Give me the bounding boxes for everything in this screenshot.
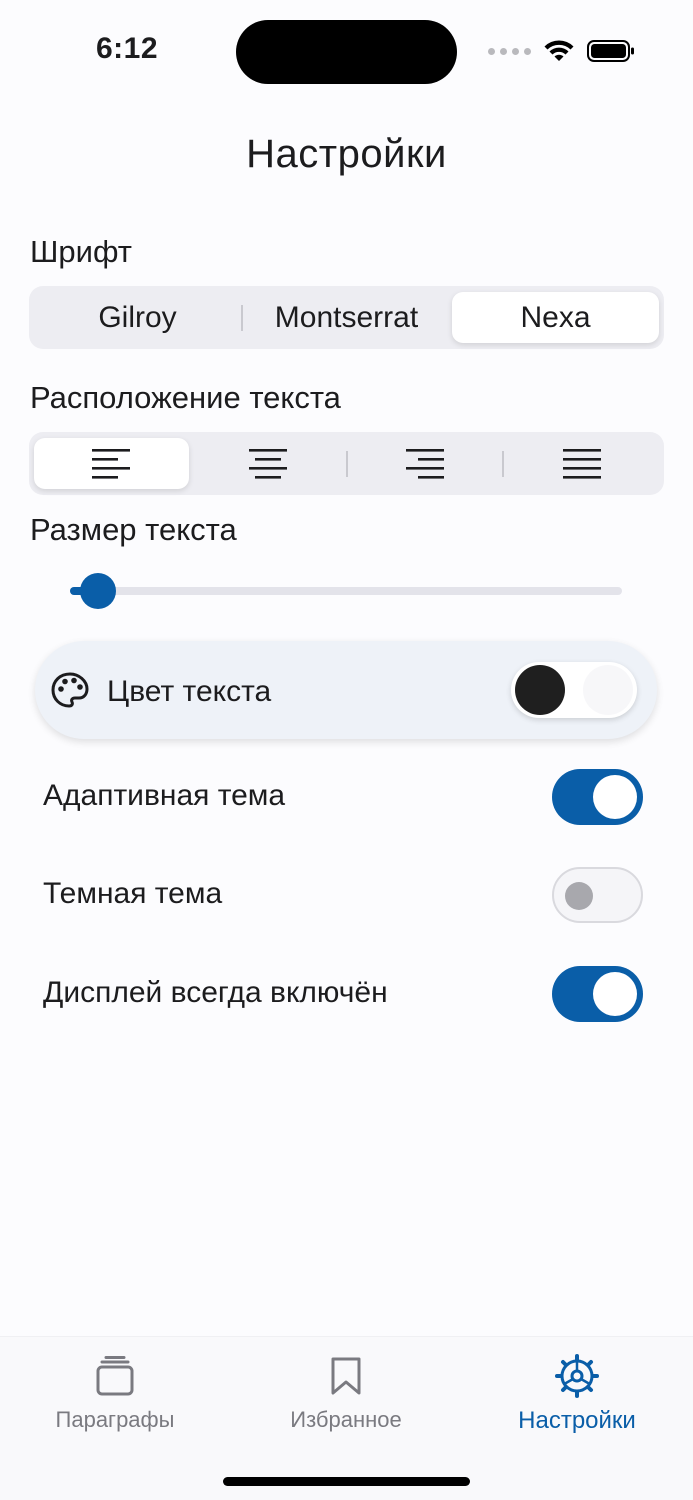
text-size-section-label: Размер текста xyxy=(30,512,237,547)
font-option-nexa[interactable]: Nexa xyxy=(452,292,659,343)
align-left-icon xyxy=(92,448,131,479)
dark-theme-label: Темная тема xyxy=(43,877,223,910)
font-option-montserrat[interactable]: Montserrat xyxy=(243,292,450,343)
always-on-display-label: Дисплей всегда включён xyxy=(43,976,388,1009)
stack-icon xyxy=(96,1356,134,1396)
tab-settings-label: Настройки xyxy=(518,1407,636,1434)
font-option-gilroy[interactable]: Gilroy xyxy=(34,292,241,343)
adaptive-theme-row: Адаптивная тема xyxy=(43,767,643,827)
tab-favorites[interactable]: Избранное xyxy=(246,1351,446,1433)
adaptive-theme-label: Адаптивная тема xyxy=(43,779,286,812)
font-segmented-control: Gilroy Montserrat Nexa xyxy=(29,286,664,349)
alignment-segmented-control xyxy=(29,432,664,495)
text-size-slider[interactable] xyxy=(70,573,622,609)
align-justify-option[interactable] xyxy=(504,438,659,489)
tab-bar: Параграфы Избранное Настройки xyxy=(0,1336,693,1500)
alignment-section-label: Расположение текста xyxy=(30,380,341,415)
align-center-option[interactable] xyxy=(191,438,346,489)
align-right-option[interactable] xyxy=(348,438,503,489)
tab-favorites-label: Избранное xyxy=(290,1407,402,1432)
tab-paragraphs[interactable]: Параграфы xyxy=(15,1351,215,1433)
wifi-icon xyxy=(543,39,575,63)
dark-theme-switch[interactable] xyxy=(552,867,643,923)
align-center-icon xyxy=(249,448,288,479)
switch-knob xyxy=(593,972,637,1016)
font-section-label: Шрифт xyxy=(30,234,132,269)
adaptive-theme-switch[interactable] xyxy=(552,769,643,825)
page-title: Настройки xyxy=(246,132,447,176)
cellular-signal-icon xyxy=(488,47,531,55)
always-on-display-row: Дисплей всегда включён xyxy=(43,964,643,1024)
switch-knob xyxy=(565,882,593,910)
text-color-card: Цвет текста xyxy=(35,641,657,739)
tab-paragraphs-label: Параграфы xyxy=(55,1407,175,1432)
switch-knob xyxy=(593,775,637,819)
always-on-display-switch[interactable] xyxy=(552,966,643,1022)
light-color-swatch[interactable] xyxy=(583,665,633,715)
slider-thumb[interactable] xyxy=(80,573,116,609)
dark-theme-row: Темная тема xyxy=(43,865,643,925)
dark-color-swatch[interactable] xyxy=(515,665,565,715)
bookmark-icon xyxy=(331,1357,361,1395)
tab-settings[interactable]: Настройки xyxy=(477,1351,677,1435)
text-color-toggle[interactable] xyxy=(511,662,637,718)
status-time: 6:12 xyxy=(96,32,159,65)
text-color-label: Цвет текста xyxy=(107,675,272,708)
dynamic-island xyxy=(236,20,457,84)
gear-icon xyxy=(555,1354,599,1398)
status-indicators xyxy=(488,36,635,66)
align-justify-icon xyxy=(562,448,601,479)
align-right-icon xyxy=(405,448,444,479)
home-indicator xyxy=(223,1477,470,1486)
palette-icon xyxy=(51,672,89,708)
battery-icon xyxy=(587,39,635,63)
align-left-option[interactable] xyxy=(34,438,189,489)
